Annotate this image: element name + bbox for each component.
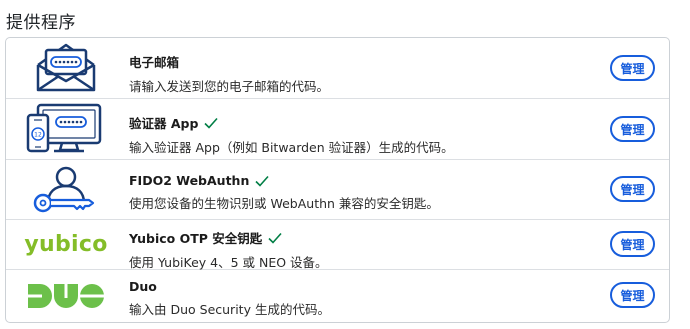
provider-title: 电子邮箱	[129, 55, 180, 70]
provider-title: FIDO2 WebAuthn	[129, 173, 250, 188]
manage-duo-button[interactable]: 管理	[610, 282, 655, 308]
check-icon	[255, 175, 269, 187]
provider-row-duo: Duo 输入由 Duo Security 生成的代码。 管理	[6, 270, 669, 322]
yubico-logo: yubico	[24, 232, 108, 257]
svg-text:12: 12	[34, 132, 42, 139]
provider-title: 验证器 App	[129, 116, 199, 131]
provider-row-authenticator: 12 验证器 App 输入验证器 App（例如 Bitwarden 验证器）生成…	[6, 99, 669, 160]
authenticator-app-icon: 12	[20, 99, 112, 159]
provider-row-webauthn: FIDO2 WebAuthn 使用您设备的生物识别或 WebAuthn 兼容的安…	[6, 160, 669, 220]
providers-list: 电子邮箱 请输入发送到您的电子邮箱的代码。 管理 12 验证器 App 输入验证…	[5, 37, 670, 323]
provider-description: 使用 YubiKey 4、5 或 NEO 设备。	[129, 255, 328, 270]
check-icon	[268, 232, 282, 244]
manage-email-button[interactable]: 管理	[610, 55, 655, 81]
provider-row-email: 电子邮箱 请输入发送到您的电子邮箱的代码。 管理	[6, 38, 669, 99]
webauthn-user-key-icon	[20, 160, 112, 219]
manage-webauthn-button[interactable]: 管理	[610, 176, 655, 202]
manage-authenticator-button[interactable]: 管理	[610, 116, 655, 142]
email-envelope-icon	[20, 38, 112, 98]
provider-description: 使用您设备的生物识别或 WebAuthn 兼容的安全钥匙。	[129, 196, 439, 211]
provider-title: Yubico OTP 安全钥匙	[129, 231, 263, 246]
provider-description: 输入由 Duo Security 生成的代码。	[129, 302, 330, 317]
provider-description: 请输入发送到您的电子邮箱的代码。	[129, 79, 330, 94]
provider-row-yubico: yubico Yubico OTP 安全钥匙 使用 YubiKey 4、5 或 …	[6, 220, 669, 270]
check-icon	[204, 117, 219, 129]
provider-title: Duo	[129, 279, 157, 294]
page-title: 提供程序	[6, 13, 76, 33]
provider-description: 输入验证器 App（例如 Bitwarden 验证器）生成的代码。	[129, 140, 454, 155]
manage-yubico-button[interactable]: 管理	[610, 231, 655, 257]
duo-logo	[20, 270, 112, 322]
